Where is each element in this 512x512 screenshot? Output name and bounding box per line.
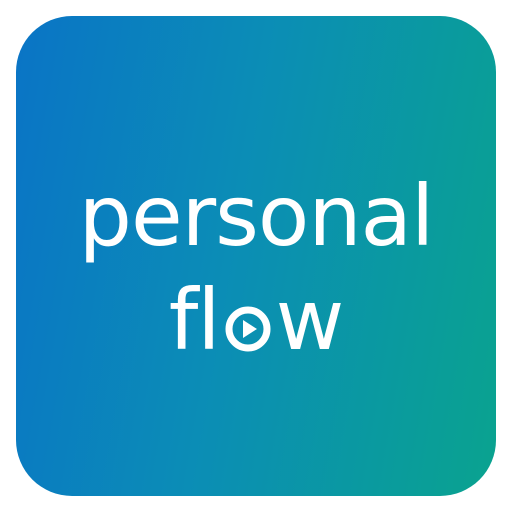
play-icon: o (224, 305, 272, 353)
logo-line-flow: flo w (16, 278, 496, 362)
logo-flow-suffix: w (275, 271, 345, 369)
logo-flow-prefix: fl (168, 271, 221, 369)
logo-line-personal: personal (78, 167, 435, 265)
app-icon-tile: personal flo w (16, 16, 496, 496)
